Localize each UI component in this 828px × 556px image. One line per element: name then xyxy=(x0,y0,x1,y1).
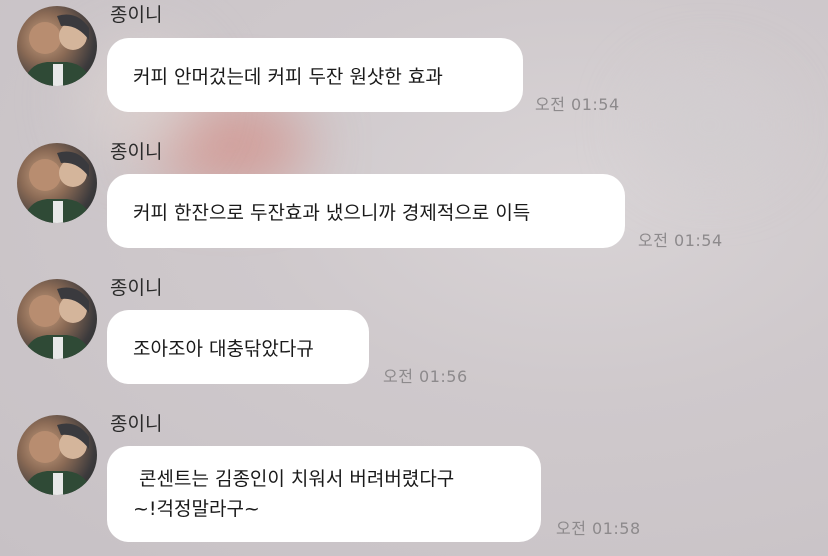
sender-name: 종이니 xyxy=(110,277,163,299)
avatar[interactable] xyxy=(17,6,97,86)
message-text: 조아조아 대충닦았다규 xyxy=(133,337,314,360)
sender-name: 종이니 xyxy=(110,141,163,163)
message-timestamp: 오전 01:54 xyxy=(535,95,620,114)
message-text: 커피 안머겄는데 커피 두잔 원샷한 효과 xyxy=(133,65,443,88)
avatar[interactable] xyxy=(17,143,97,223)
message-text: 커피 한잔으로 두잔효과 냈으니까 경제적으로 이득 xyxy=(133,201,531,224)
sender-name: 종이니 xyxy=(110,413,163,435)
message-bubble[interactable]: 조아조아 대충닦았다규 xyxy=(107,310,369,384)
avatar-photo-icon xyxy=(23,423,93,495)
message-text-line: ~!걱정말라구~ xyxy=(133,498,260,520)
message-timestamp: 오전 01:58 xyxy=(556,519,641,538)
avatar[interactable] xyxy=(17,415,97,495)
sender-name: 종이니 xyxy=(110,4,163,26)
avatar-photo-icon xyxy=(23,14,93,86)
avatar-photo-icon xyxy=(23,151,93,223)
message-text-line: 콘센트는 김종인이 치워서 버려버렸다구 xyxy=(139,468,455,490)
message-timestamp: 오전 01:54 xyxy=(638,231,723,250)
message-bubble[interactable]: 커피 안머겄는데 커피 두잔 원샷한 효과 xyxy=(107,38,523,112)
message-bubble[interactable]: 커피 한잔으로 두잔효과 냈으니까 경제적으로 이득 xyxy=(107,174,625,248)
message-timestamp: 오전 01:56 xyxy=(383,367,468,386)
background-blur xyxy=(640,70,780,180)
avatar-photo-icon xyxy=(23,287,93,359)
avatar[interactable] xyxy=(17,279,97,359)
message-bubble[interactable]: 콘센트는 김종인이 치워서 버려버렸다구 ~!걱정말라구~ xyxy=(107,446,541,542)
